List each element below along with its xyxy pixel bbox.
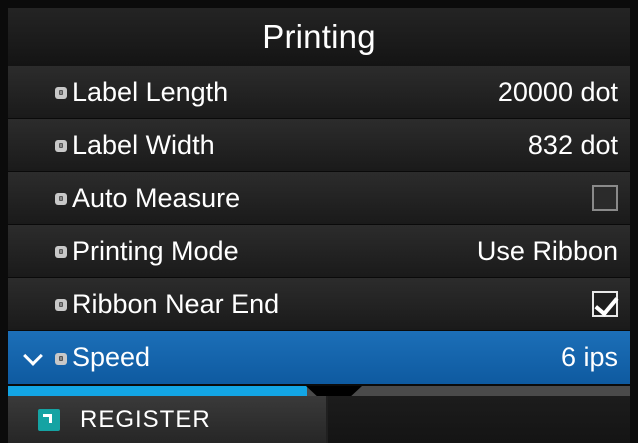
lock-icon [55,193,67,205]
setting-label: Label Width [72,129,215,160]
register-button[interactable]: REGISTER [8,396,326,443]
setting-value: 20000 dot [497,76,618,107]
setting-row-ribbon-near-end[interactable]: Ribbon Near End [8,278,630,331]
lock-icon [55,299,67,311]
setting-row-label-length[interactable]: Label Length 20000 dot [8,66,630,119]
setting-row-auto-measure[interactable]: Auto Measure [8,172,630,225]
register-label: REGISTER [80,405,211,433]
setting-label: Ribbon Near End [72,288,280,319]
setting-row-printing-mode[interactable]: Printing Mode Use Ribbon [8,225,630,278]
lock-icon [55,352,67,365]
title-bar: Printing [8,8,630,66]
setting-value: Use Ribbon [476,235,618,266]
lock-icon [55,246,67,258]
setting-value: 6 ips [560,342,618,372]
setting-label: Speed [72,342,151,372]
chevron-down-icon [23,345,43,366]
lock-icon [55,140,67,152]
setting-label: Printing Mode [72,235,239,266]
setting-value: 832 dot [527,129,618,160]
register-icon [38,409,60,431]
setting-label: Auto Measure [72,182,241,213]
printer-screen: Printing Label Length 20000 dot Label Wi… [0,0,638,443]
lock-icon [55,87,67,99]
settings-list: Label Length 20000 dot Label Width 832 d… [8,66,630,384]
softkey-right-empty[interactable] [328,396,630,443]
ribbon-near-end-checkbox[interactable] [592,291,618,317]
auto-measure-checkbox[interactable] [592,185,618,211]
scroll-position-fill [8,386,307,396]
setting-row-label-width[interactable]: Label Width 832 dot [8,119,630,172]
setting-row-speed[interactable]: Speed 6 ips [8,331,630,384]
softkey-bar: REGISTER [8,396,630,443]
page-title: Printing [262,18,376,55]
setting-label: Label Length [72,76,229,107]
